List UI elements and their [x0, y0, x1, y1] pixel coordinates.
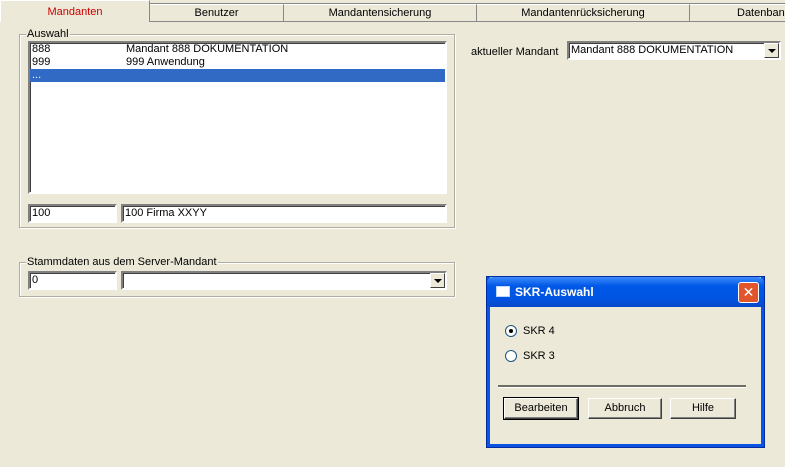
cancel-button[interactable]: Abbruch — [588, 398, 662, 419]
window-icon — [496, 286, 510, 297]
skr-dialog: SKR-Auswahl ✕ SKR 4 SKR 3 Bearbeiten Abb… — [487, 277, 764, 447]
tab-mandantensicherung[interactable]: Mandantensicherung — [284, 4, 477, 22]
auswahl-group-title: Auswahl — [26, 28, 70, 40]
mandant-list[interactable]: 888 Mandant 888 DOKUMENTATION 999 999 An… — [28, 41, 447, 194]
divider — [498, 385, 746, 388]
stamm-nr-input[interactable]: 0 — [28, 271, 117, 290]
skr4-radio[interactable] — [505, 325, 517, 337]
skr4-label[interactable]: SKR 4 — [523, 325, 555, 337]
list-item-name: Mandant 888 DOKUMENTATION — [126, 43, 289, 55]
tab-benutzer[interactable]: Benutzer — [150, 4, 284, 22]
stammdaten-group-title: Stammdaten aus dem Server-Mandant — [26, 256, 218, 268]
stammdaten-group: Stammdaten aus dem Server-Mandant 0 — [19, 256, 455, 297]
dialog-title: SKR-Auswahl — [515, 285, 594, 299]
list-item[interactable]: 888 Mandant 888 DOKUMENTATION — [30, 43, 445, 56]
list-item-nr: 888 — [32, 43, 51, 55]
skr3-label[interactable]: SKR 3 — [523, 350, 555, 362]
tab-mandantenruecksicherung[interactable]: Mandantenrücksicherung — [477, 4, 690, 22]
current-mandant-select[interactable]: Mandant 888 DOKUMENTATION — [567, 41, 781, 60]
skr3-radio[interactable] — [505, 350, 517, 362]
stamm-mandant-select[interactable] — [121, 271, 447, 290]
tab-mandanten[interactable]: Mandanten — [0, 0, 150, 22]
auswahl-group: Auswahl 888 Mandant 888 DOKUMENTATION 99… — [19, 28, 455, 228]
list-item[interactable]: 999 999 Anwendung — [30, 56, 445, 69]
mandant-name-input[interactable]: 100 Firma XXYY — [121, 204, 447, 223]
current-mandant-label: aktueller Mandant — [471, 46, 559, 58]
list-item-nr: 999 — [32, 56, 51, 68]
close-button[interactable]: ✕ — [738, 282, 759, 303]
list-item-nr: ... — [32, 69, 42, 81]
list-item-selected[interactable]: ... — [30, 69, 445, 82]
list-item-name: 999 Anwendung — [126, 56, 205, 68]
current-mandant-value: Mandant 888 DOKUMENTATION — [571, 44, 734, 56]
tab-bar: Mandanten Benutzer Mandantensicherung Ma… — [0, 0, 785, 22]
edit-button[interactable]: Bearbeiten — [503, 397, 579, 420]
chevron-down-icon[interactable] — [764, 43, 779, 58]
chevron-down-icon[interactable] — [430, 273, 445, 288]
help-button[interactable]: Hilfe — [670, 398, 736, 419]
tab-datenbank[interactable]: Datenban — [690, 4, 785, 22]
dialog-titlebar[interactable]: SKR-Auswahl ✕ — [487, 277, 764, 307]
mandant-nr-input[interactable]: 100 — [28, 204, 117, 223]
